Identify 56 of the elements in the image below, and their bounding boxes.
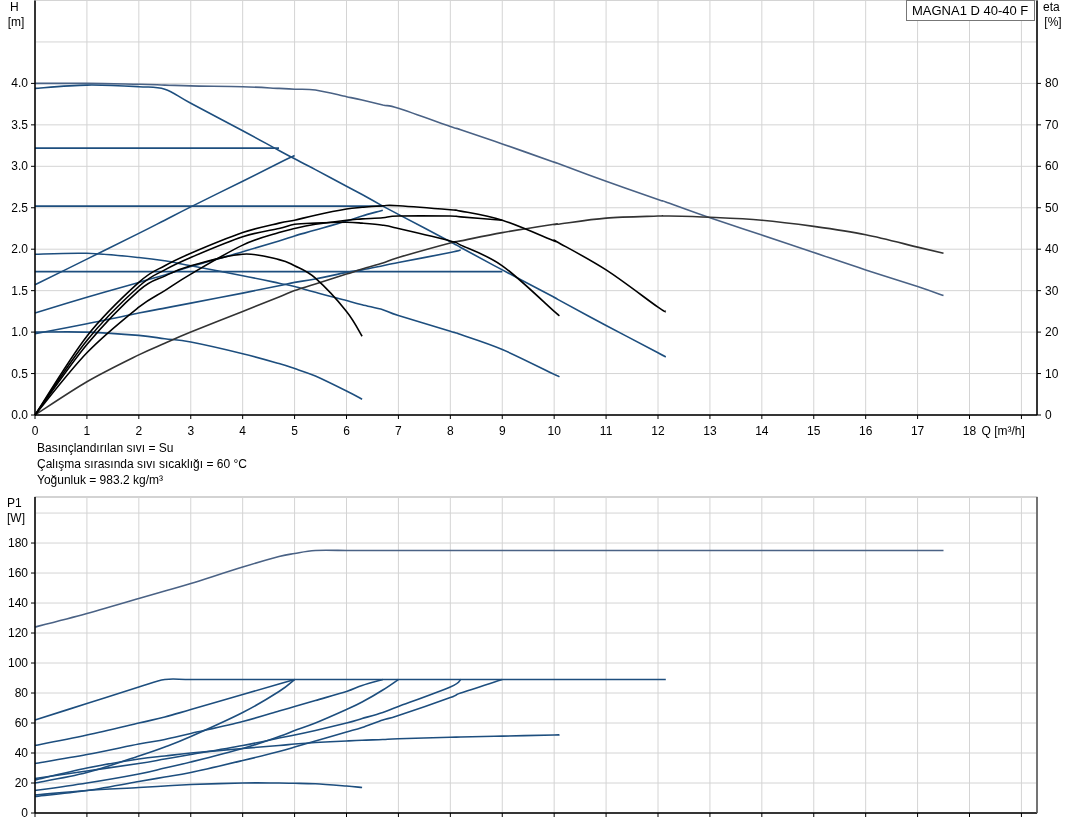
axis-tick-label: 0 [31,424,39,438]
axis-tick-label: 20 [1045,325,1059,340]
axis-tick-label: 6 [343,424,350,438]
axis-tick-label: 0 [1045,408,1052,422]
secondary-y-axis-title: eta [%] [1043,0,1062,29]
axis-tick-label: 30 [1045,283,1059,298]
axis-tick-label: 14 [755,424,769,438]
axis-tick-label: 1.5 [11,283,28,298]
axis-tick-label: 140 [7,596,28,611]
axis-tick-label: 13 [703,424,717,438]
axis-tick-label: 50 [1045,200,1059,215]
axis-tick-label: 17 [910,424,925,438]
axis-tick-label: 80 [1045,76,1059,91]
axis-tick-label: 11 [599,424,613,438]
y-axis-title: P1 [W] [7,496,25,525]
axis-tick-label: 60 [1045,159,1059,174]
chart-title: MAGNA1 D 40-40 F [906,0,1035,21]
axis-tick-label: 7 [395,424,402,438]
x-axis-title: Q [m³/h] [981,424,1025,438]
axis-tick-label: 40 [14,746,28,760]
axis-tick-label: 70 [1045,117,1059,132]
axis-tick-label: 2.5 [11,200,28,215]
axis-tick-label: 40 [1045,242,1059,257]
axis-tick-label: 9 [498,424,506,438]
axis-tick-label: 180 [7,536,28,551]
axis-tick-label: 4.0 [11,76,28,91]
axis-tick-label: 0.5 [11,366,28,381]
axis-tick-label: 20 [14,776,28,790]
axis-tick-label: 4 [239,424,246,438]
chart-title: MAGNA1 D 40-40 F [912,3,1029,18]
axis-tick-label: 120 [7,626,28,641]
fluid-property-note: Çalışma sırasında sıvı sıcaklığı = 60 °C [37,456,247,472]
y-axis-title: H [m] [7,0,25,29]
axis-tick-label: 10 [1045,366,1059,381]
axis-tick-label: 16 [859,424,873,438]
axis-tick-label: 2.0 [11,242,28,257]
axis-tick-label: 5 [291,424,298,438]
axis-tick-label: 100 [7,656,28,670]
axis-tick-label: 160 [7,566,28,581]
fluid-property-note: Yoğunluk = 983.2 kg/m³ [37,472,163,488]
axis-tick-label: 3.5 [11,117,28,132]
axis-tick-label: 2 [135,424,143,438]
axis-tick-label: 0.0 [11,408,28,422]
axis-tick-label: 10 [547,424,561,438]
fluid-property-note: Basınçlandırılan sıvı = Su [37,440,174,456]
axis-tick-label: 15 [807,424,821,438]
axis-tick-label: 60 [14,716,28,730]
axis-tick-label: 8 [447,424,454,438]
axis-tick-label: 3 [187,424,195,438]
axis-tick-label: 18 [962,424,977,438]
axis-tick-label: 3.0 [11,159,28,174]
axis-tick-label: 0 [21,806,28,820]
axis-tick-label: 1.0 [11,325,28,340]
axis-tick-label: 12 [651,424,665,438]
axis-tick-label: 80 [14,686,28,700]
axis-tick-label: 1 [83,424,91,438]
